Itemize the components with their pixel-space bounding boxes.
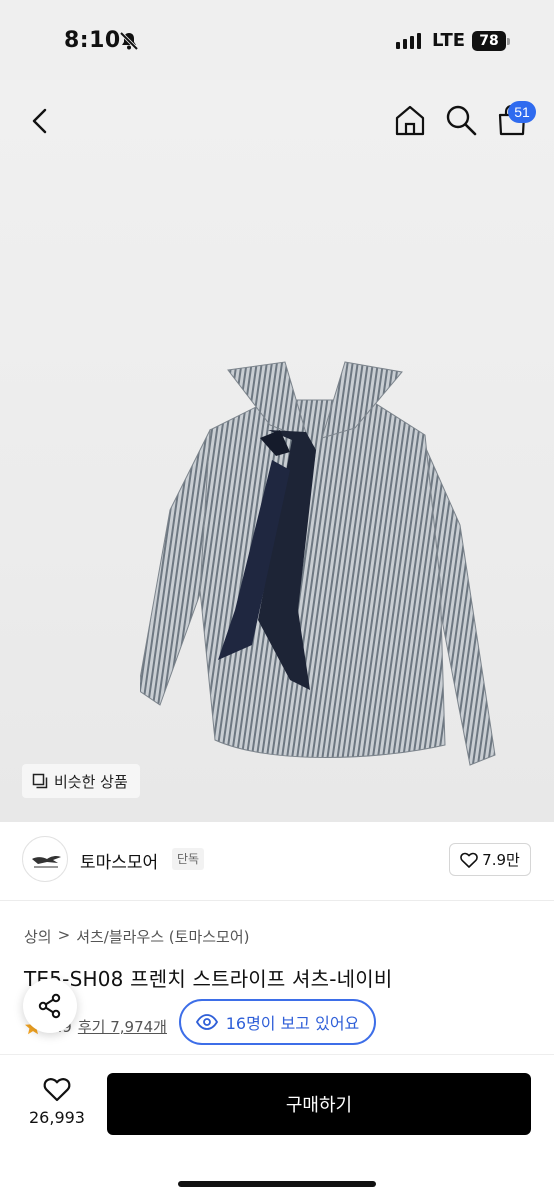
status-time: 8:10: [64, 28, 121, 53]
home-button[interactable]: [393, 103, 427, 137]
home-indicator[interactable]: [178, 1181, 376, 1187]
home-icon: [395, 105, 425, 136]
network-label: LTE: [432, 30, 466, 51]
heart-icon: [43, 1078, 71, 1102]
exclusive-badge: 단독: [172, 848, 205, 870]
product-title: TE5-SH08 프렌치 스트라이프 셔츠-네이비: [24, 967, 393, 991]
bell-mute-icon: [118, 30, 140, 56]
heart-icon: [460, 852, 478, 868]
brand-like-button[interactable]: 7.9만: [449, 843, 531, 876]
review-count-link[interactable]: 후기 7,974개: [78, 1016, 167, 1037]
viewers-text: 16명이 보고 있어요: [225, 1014, 360, 1033]
wishlist-count: 26,993: [29, 1108, 85, 1127]
search-button[interactable]: [444, 103, 478, 137]
battery-icon: 78: [472, 31, 506, 51]
brand-name[interactable]: 토마스모어: [80, 848, 158, 873]
cart-count-badge: 51: [508, 101, 536, 123]
back-button[interactable]: [26, 106, 56, 136]
wishlist-button[interactable]: 26,993: [22, 1076, 92, 1132]
copy-icon: [32, 773, 48, 789]
battery-tip: [507, 38, 510, 45]
buy-button[interactable]: 구매하기: [107, 1073, 531, 1135]
breadcrumb-separator: >: [57, 926, 71, 944]
search-icon: [446, 105, 477, 136]
eye-icon: [195, 1014, 218, 1030]
product-image[interactable]: [0, 80, 554, 822]
breadcrumb: 상의 > 셔츠/블라우스 (토마스모어): [24, 926, 250, 947]
similar-products-button[interactable]: 비슷한 상품: [22, 764, 140, 798]
breadcrumb-category[interactable]: 상의: [24, 926, 52, 947]
status-bar: 8:10 LTE 78: [0, 0, 554, 80]
brand-logo-image: [32, 855, 61, 868]
shirt-image: [140, 361, 496, 766]
similar-products-label: 비슷한 상품: [54, 772, 128, 791]
brand-logo[interactable]: [22, 836, 68, 882]
signal-icon: [396, 33, 421, 49]
brand-like-count: 7.9만: [482, 851, 520, 869]
share-icon: [38, 993, 61, 1019]
share-button[interactable]: [23, 979, 77, 1033]
breadcrumb-subcategory[interactable]: 셔츠/블라우스 (토마스모어): [76, 926, 249, 947]
viewers-badge: 16명이 보고 있어요: [179, 999, 376, 1045]
divider: [0, 900, 554, 901]
chevron-left-icon: [32, 108, 47, 134]
